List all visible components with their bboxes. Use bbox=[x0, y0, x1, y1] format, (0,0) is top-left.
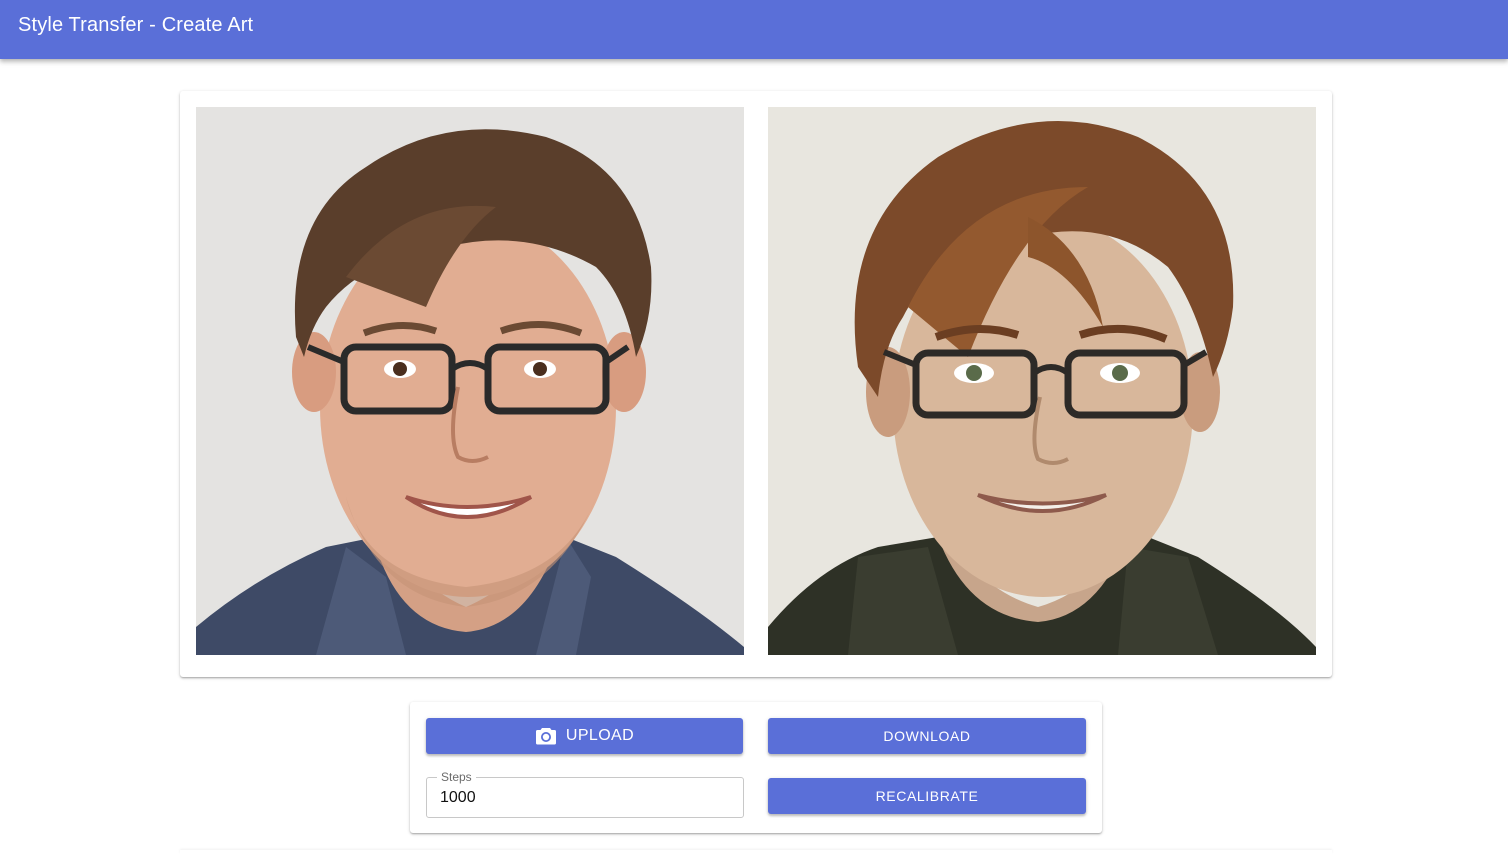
steps-input[interactable] bbox=[440, 787, 730, 809]
original-portrait-illustration bbox=[196, 107, 744, 655]
next-card-edge bbox=[180, 850, 1332, 854]
upload-button-label: UPLOAD bbox=[565, 727, 635, 744]
recalibrate-button-label: RECALIBRATE bbox=[875, 788, 979, 804]
app-title: Style Transfer - Create Art bbox=[18, 14, 254, 36]
camera-icon bbox=[535, 726, 557, 746]
recalibrate-button[interactable]: RECALIBRATE bbox=[768, 778, 1086, 814]
steps-field: Steps bbox=[426, 770, 744, 818]
original-image bbox=[196, 107, 744, 655]
image-comparison-card bbox=[180, 91, 1332, 677]
stylized-image bbox=[768, 107, 1316, 655]
download-button[interactable]: DOWNLOAD bbox=[768, 718, 1086, 754]
controls-card: UPLOAD DOWNLOAD Steps RECALIBRATE bbox=[410, 702, 1102, 833]
app-bar: Style Transfer - Create Art bbox=[0, 0, 1508, 59]
upload-button[interactable]: UPLOAD bbox=[426, 718, 743, 754]
stylized-portrait-illustration bbox=[768, 107, 1316, 655]
download-button-label: DOWNLOAD bbox=[883, 728, 971, 744]
steps-label: Steps bbox=[437, 770, 476, 784]
